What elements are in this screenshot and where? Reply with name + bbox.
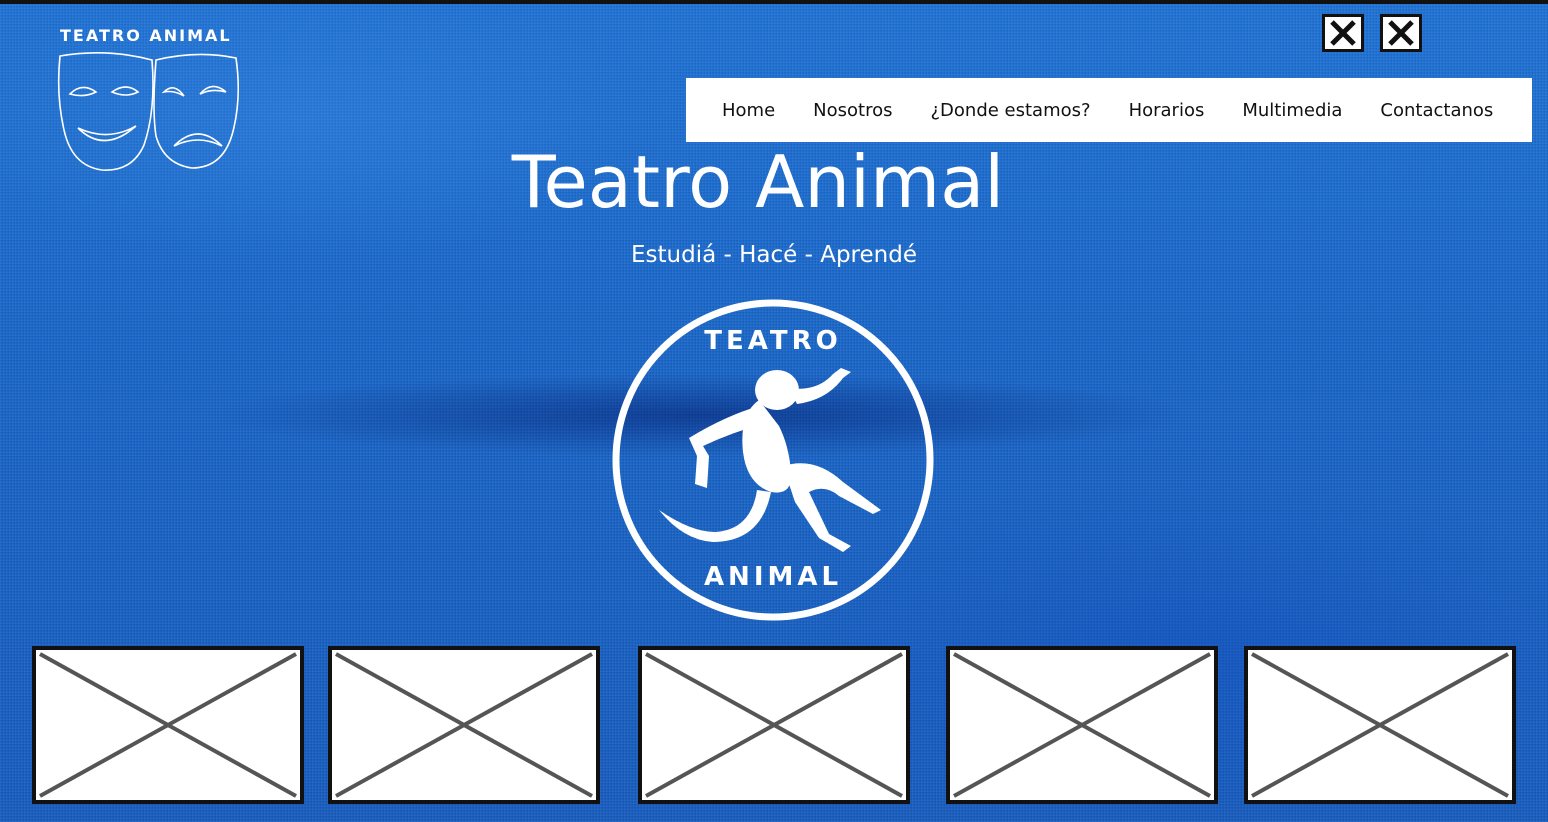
main-nav: Home Nosotros ¿Donde estamos? Horarios M… [686, 78, 1532, 142]
image-placeholder-icon [645, 652, 903, 798]
image-placeholder-5[interactable] [1244, 646, 1516, 804]
image-placeholder-1[interactable] [32, 646, 304, 804]
teatro-animal-emblem: TEATRO ANIMAL [611, 296, 935, 624]
image-placeholder-icon [335, 652, 593, 798]
close-icon [1330, 20, 1356, 46]
close-icon [1388, 20, 1414, 46]
page-title: Teatro Animal [511, 140, 1005, 224]
image-placeholder-icon [1251, 652, 1509, 798]
logo-text: TEATRO ANIMAL [60, 26, 232, 45]
page-subtitle: Estudiá - Hacé - Aprendé [631, 242, 917, 268]
nav-item-nosotros[interactable]: Nosotros [813, 100, 892, 121]
image-placeholder-4[interactable] [946, 646, 1218, 804]
image-placeholder-2[interactable] [328, 646, 600, 804]
nav-item-donde-estamos[interactable]: ¿Donde estamos? [930, 100, 1090, 121]
emblem-bottom-text: ANIMAL [703, 562, 843, 592]
window-close-button-1[interactable] [1322, 14, 1364, 52]
image-placeholder-icon [39, 652, 297, 798]
nav-item-home[interactable]: Home [722, 100, 775, 121]
emblem-top-text: TEATRO [704, 326, 842, 356]
nav-item-multimedia[interactable]: Multimedia [1242, 100, 1342, 121]
nav-item-horarios[interactable]: Horarios [1129, 100, 1205, 121]
image-placeholder-icon [953, 652, 1211, 798]
nav-item-contactanos[interactable]: Contactanos [1380, 100, 1493, 121]
window-close-button-2[interactable] [1380, 14, 1422, 52]
window-top-border [0, 0, 1548, 4]
image-placeholder-3[interactable] [638, 646, 910, 804]
